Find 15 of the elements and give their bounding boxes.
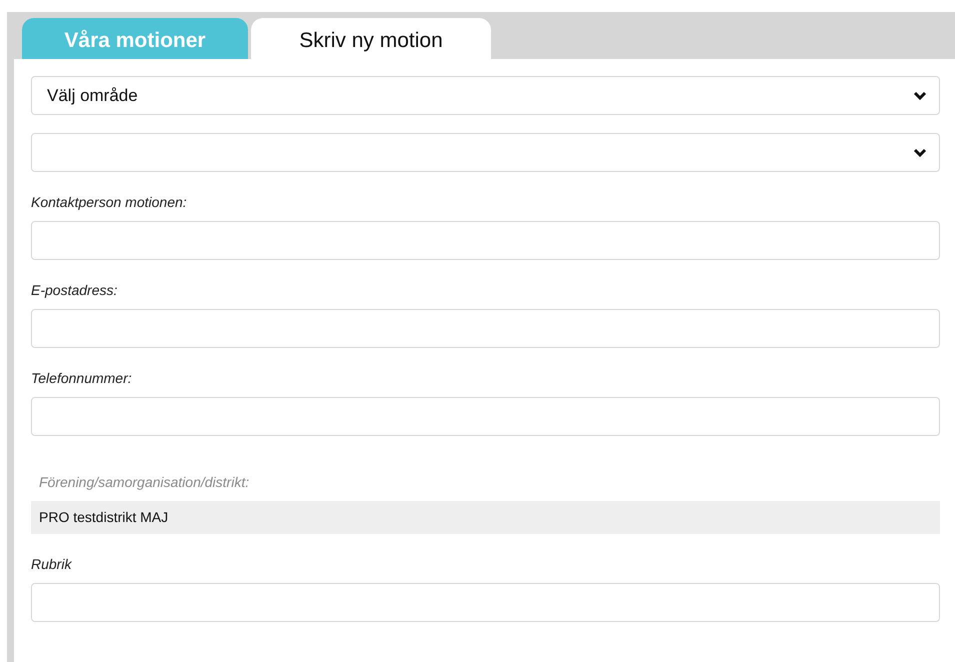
field-label: Telefonnummer:: [31, 370, 133, 386]
field-label: Kontaktperson motionen:: [31, 194, 188, 210]
select-field[interactable]: [31, 133, 940, 172]
input-field[interactable]: [31, 221, 940, 260]
tab[interactable]: Skriv ny motion: [251, 18, 491, 59]
chevron-down-icon: [913, 90, 927, 100]
chevron-down-icon: [913, 148, 927, 158]
select-field[interactable]: Välj område: [31, 76, 940, 115]
field-label: Rubrik: [31, 556, 73, 572]
input-field[interactable]: [31, 309, 940, 348]
input-field[interactable]: [31, 583, 940, 622]
field-label: E-postadress:: [31, 282, 118, 298]
input-field[interactable]: [31, 397, 940, 436]
readonly-field: PRO testdistrikt MAJ: [31, 501, 940, 534]
field-label: Förening/samorganisation/distrikt:: [38, 474, 250, 490]
